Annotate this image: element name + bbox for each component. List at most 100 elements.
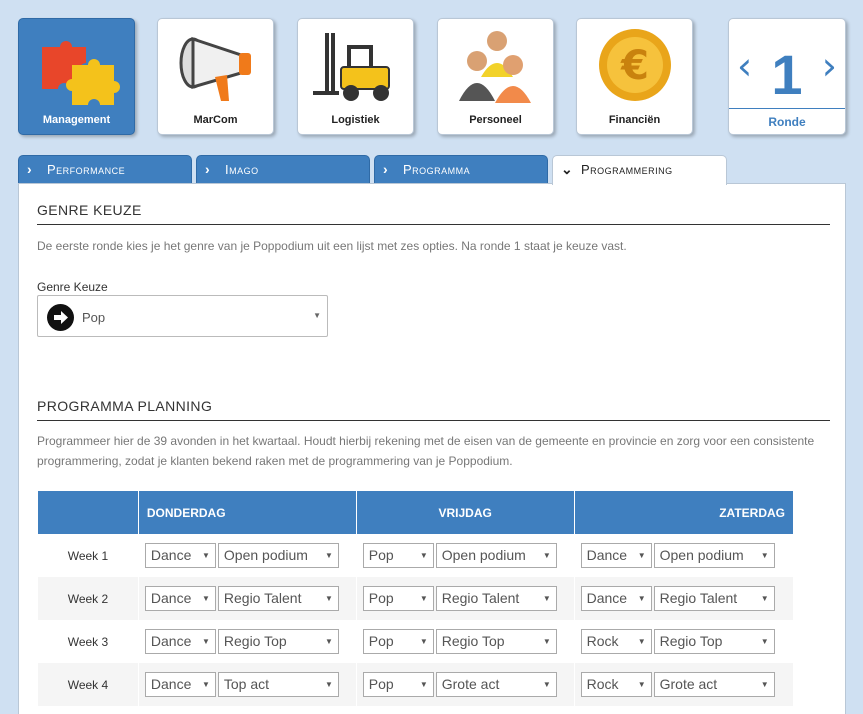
genre-select[interactable]: Pop ▼ xyxy=(37,295,328,337)
type-select-value: Top act xyxy=(223,676,270,692)
genre-select-value: Dance xyxy=(586,547,628,563)
genre-select-value: Dance xyxy=(150,633,192,649)
week-label: Week 1 xyxy=(37,534,139,577)
type-select[interactable]: Regio Top ▼ xyxy=(653,629,775,654)
type-select[interactable]: Regio Talent ▼ xyxy=(435,586,557,611)
caret-down-icon: ▼ xyxy=(201,594,210,603)
caret-down-icon: ▼ xyxy=(760,680,769,689)
column-header xyxy=(37,491,139,534)
table-row: Week 2 Dance ▼ Regio Talent ▼ Pop ▼ Regio Talen… xyxy=(37,577,793,620)
tab-performance[interactable]: › Performance xyxy=(18,155,192,184)
caret-down-icon: ▼ xyxy=(542,680,551,689)
type-select-value: Grote act xyxy=(659,676,718,692)
genre-select[interactable]: Dance ▼ xyxy=(144,672,216,697)
genre-select[interactable]: Pop ▼ xyxy=(362,672,434,697)
euro-coin-icon: € xyxy=(598,29,671,101)
genre-select[interactable]: Rock ▼ xyxy=(580,672,652,697)
tile-personeel[interactable]: Personeel xyxy=(437,18,554,135)
type-select[interactable]: Regio Talent ▼ xyxy=(217,586,339,611)
genre-select-value: Dance xyxy=(150,547,192,563)
genre-select-value: Rock xyxy=(586,633,619,649)
caret-down-icon: ▼ xyxy=(542,594,551,603)
caret-down-icon: ▼ xyxy=(324,594,333,603)
genre-select[interactable]: Dance ▼ xyxy=(144,543,216,568)
genre-select-value: Pop xyxy=(368,547,394,563)
day-cell-vr: Pop ▼ Grote act ▼ xyxy=(355,663,575,706)
caret-down-icon: ▼ xyxy=(201,551,210,560)
genre-select-value: Pop xyxy=(368,590,394,606)
tab-programma[interactable]: › Programma xyxy=(374,155,548,184)
caret-down-icon: ▼ xyxy=(324,637,333,646)
caret-down-icon: ▼ xyxy=(760,637,769,646)
tab-programmering[interactable]: ⌄ Programmering xyxy=(552,155,727,185)
caret-down-icon: ▼ xyxy=(419,680,428,689)
genre-select[interactable]: Pop ▼ xyxy=(362,629,434,654)
week-label: Week 2 xyxy=(37,577,139,620)
type-select[interactable]: Regio Top ▼ xyxy=(435,629,557,654)
caret-down-icon: ▼ xyxy=(201,680,210,689)
caret-down-icon: ▼ xyxy=(760,551,769,560)
genre-select[interactable]: Pop ▼ xyxy=(362,586,434,611)
genre-select[interactable]: Dance ▼ xyxy=(144,629,216,654)
ronde-widget: ‹ 1 › Ronde xyxy=(728,18,846,135)
round-label: Ronde xyxy=(729,108,845,134)
tile-management[interactable]: Management xyxy=(18,18,135,135)
genre-select-value: Pop xyxy=(82,310,106,325)
tile-label: Management xyxy=(42,114,111,126)
tile-financien[interactable]: € Financiën xyxy=(576,18,693,135)
tab-imago[interactable]: › Imago xyxy=(196,155,370,184)
table-row: Week 3 Dance ▼ Regio Top ▼ Pop ▼ Regio Top ▼ Rock… xyxy=(37,620,793,663)
genre-select[interactable]: Pop ▼ xyxy=(362,543,434,568)
type-select[interactable]: Regio Talent ▼ xyxy=(653,586,775,611)
day-cell-za: Rock ▼ Regio Top ▼ xyxy=(573,620,793,663)
table-row: Week 1 Dance ▼ Open podium ▼ Pop ▼ Open podium ▼… xyxy=(37,534,793,577)
type-select[interactable]: Top act ▼ xyxy=(217,672,339,697)
caret-down-icon: ▼ xyxy=(637,680,646,689)
genre-description: De eerste ronde kies je het genre van je… xyxy=(37,239,627,253)
type-select[interactable]: Open podium ▼ xyxy=(435,543,557,568)
tile-label: Financiën xyxy=(608,114,661,126)
caret-down-icon: ▼ xyxy=(542,637,551,646)
type-select-value: Regio Talent xyxy=(659,590,738,606)
day-cell-za: Dance ▼ Regio Talent ▼ xyxy=(573,577,793,620)
chevron-right-icon: › xyxy=(205,161,211,177)
type-select-value: Grote act xyxy=(441,676,500,692)
type-select-value: Regio Talent xyxy=(223,590,302,606)
day-cell-za: Dance ▼ Open podium ▼ xyxy=(573,534,793,577)
type-select[interactable]: Grote act ▼ xyxy=(435,672,557,697)
planning-description: Programmeer hier de 39 avonden in het kw… xyxy=(37,434,815,468)
type-select-value: Open podium xyxy=(223,547,308,563)
tab-label: Programmering xyxy=(581,162,673,177)
table-row: Week 4 Dance ▼ Top act ▼ Pop ▼ Grote act ▼ Rock ▼ G… xyxy=(37,663,793,706)
genre-select-value: Dance xyxy=(586,590,628,606)
type-select[interactable]: Grote act ▼ xyxy=(653,672,775,697)
arrow-right-circle-icon xyxy=(47,304,74,331)
genre-select-value: Dance xyxy=(150,676,192,692)
caret-down-icon: ▼ xyxy=(313,311,321,320)
genre-select-value: Dance xyxy=(150,590,192,606)
genre-select[interactable]: Dance ▼ xyxy=(580,586,652,611)
genre-select[interactable]: Dance ▼ xyxy=(580,543,652,568)
type-select-value: Regio Top xyxy=(659,633,723,649)
tab-label: Performance xyxy=(47,162,126,177)
tile-label: Personeel xyxy=(469,114,522,126)
day-cell-za: Rock ▼ Grote act ▼ xyxy=(573,663,793,706)
type-select[interactable]: Open podium ▼ xyxy=(653,543,775,568)
caret-down-icon: ▼ xyxy=(419,551,428,560)
type-select[interactable]: Regio Top ▼ xyxy=(217,629,339,654)
tab-label: Programma xyxy=(403,162,471,177)
day-cell-do: Dance ▼ Regio Talent ▼ xyxy=(137,577,357,620)
week-label: Week 3 xyxy=(37,620,139,663)
day-cell-vr: Pop ▼ Regio Talent ▼ xyxy=(355,577,575,620)
caret-down-icon: ▼ xyxy=(760,594,769,603)
tile-logistiek[interactable]: Logistiek xyxy=(297,18,414,135)
type-select[interactable]: Open podium ▼ xyxy=(217,543,339,568)
caret-down-icon: ▼ xyxy=(419,637,428,646)
column-header-zaterdag: ZATERDAG xyxy=(573,491,793,534)
type-select-value: Regio Top xyxy=(223,633,287,649)
next-round-button[interactable]: › xyxy=(822,47,837,85)
tile-marcom[interactable]: MarCom xyxy=(157,18,274,135)
genre-select[interactable]: Dance ▼ xyxy=(144,586,216,611)
genre-select[interactable]: Rock ▼ xyxy=(580,629,652,654)
genre-section-title: GENRE KEUZE xyxy=(37,202,830,225)
